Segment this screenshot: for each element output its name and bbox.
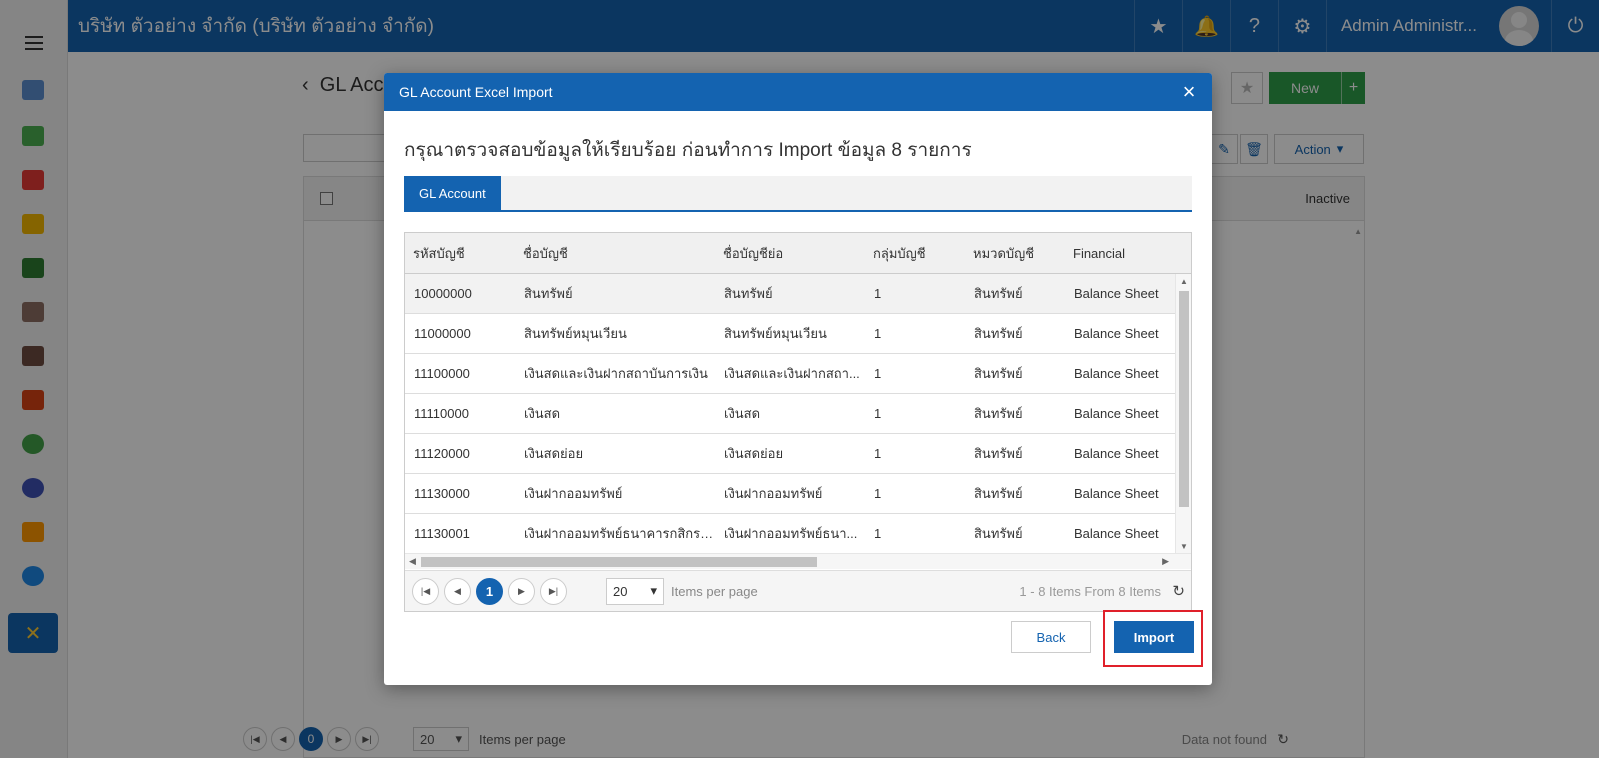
grid-pager: |◀ ◀ 1 ▶ ▶| 20 ▾ Items per page 1 - 8 It… bbox=[405, 570, 1191, 611]
current-page[interactable]: 1 bbox=[476, 577, 503, 605]
cell-name: เงินสด bbox=[524, 406, 561, 421]
cell-financial: Balance Sheet bbox=[1074, 326, 1159, 341]
table-row[interactable]: 11000000 สินทรัพย์หมุนเวียน สินทรัพย์หมุ… bbox=[405, 314, 1175, 354]
scroll-thumb[interactable] bbox=[1179, 291, 1189, 507]
dialog-title: GL Account Excel Import bbox=[399, 84, 553, 100]
caret-down-icon: ▾ bbox=[650, 583, 657, 598]
cell-code: 11130001 bbox=[414, 526, 470, 541]
table-row[interactable]: 11130000 เงินฝากออมทรัพย์ เงินฝากออมทรัพ… bbox=[405, 474, 1175, 514]
horizontal-scrollbar[interactable]: ◀ ▶ bbox=[405, 553, 1191, 569]
cell-category: สินทรัพย์ bbox=[974, 526, 1023, 541]
column-header[interactable]: รหัสบัญชี bbox=[405, 243, 515, 264]
column-header[interactable]: หมวดบัญชี bbox=[965, 243, 1065, 264]
column-header[interactable]: Financial bbox=[1065, 246, 1175, 261]
cell-group: 1 bbox=[874, 526, 882, 541]
cell-code: 10000000 bbox=[414, 286, 472, 301]
pager-summary: 1 - 8 Items From 8 Items bbox=[1019, 583, 1161, 599]
table-row[interactable]: 10000000 สินทรัพย์ สินทรัพย์ 1 สินทรัพย์… bbox=[405, 274, 1175, 314]
scroll-thumb[interactable] bbox=[421, 557, 817, 567]
cell-short-name: เงินฝากออมทรัพย์ bbox=[724, 486, 823, 501]
cell-group: 1 bbox=[874, 326, 882, 341]
scroll-left-icon[interactable]: ◀ bbox=[409, 556, 416, 567]
cell-short-name: เงินสดและเงินฝากสถา... bbox=[724, 366, 860, 381]
cell-short-name: สินทรัพย์หมุนเวียน bbox=[724, 326, 827, 341]
cell-name: เงินสดและเงินฝากสถาบันการเงิน bbox=[524, 366, 708, 381]
close-icon[interactable]: × bbox=[1178, 81, 1200, 103]
cell-group: 1 bbox=[874, 286, 882, 301]
cell-financial: Balance Sheet bbox=[1074, 446, 1159, 461]
cell-group: 1 bbox=[874, 486, 882, 501]
first-page-icon[interactable]: |◀ bbox=[412, 577, 439, 605]
table-row[interactable]: 11130001 เงินฝากออมทรัพย์ธนาคารกสิกรไ...… bbox=[405, 514, 1175, 553]
tab-gl-account[interactable]: GL Account bbox=[404, 176, 501, 210]
cell-short-name: เงินฝากออมทรัพย์ธนา... bbox=[724, 526, 858, 541]
import-button[interactable]: Import bbox=[1114, 621, 1194, 653]
cell-category: สินทรัพย์ bbox=[974, 366, 1023, 381]
scroll-down-icon[interactable]: ▼ bbox=[1180, 542, 1188, 551]
cell-short-name: เงินสด bbox=[724, 406, 761, 421]
scroll-right-icon[interactable]: ▶ bbox=[1162, 556, 1169, 567]
back-button[interactable]: Back bbox=[1011, 621, 1091, 653]
cell-code: 11000000 bbox=[414, 326, 471, 341]
confirm-message: กรุณาตรวจสอบข้อมูลให้เรียบร้อย ก่อนทำการ… bbox=[404, 140, 972, 161]
scroll-up-icon[interactable]: ▲ bbox=[1180, 277, 1188, 286]
cell-code: 11100000 bbox=[414, 366, 470, 381]
refresh-icon[interactable]: ↻ bbox=[1172, 582, 1185, 600]
cell-code: 11120000 bbox=[414, 446, 470, 461]
cell-group: 1 bbox=[874, 406, 882, 421]
cell-category: สินทรัพย์ bbox=[974, 446, 1023, 461]
grid-header: รหัสบัญชี ชื่อบัญชี ชื่อบัญชีย่อ กลุ่มบั… bbox=[405, 233, 1191, 274]
cell-financial: Balance Sheet bbox=[1074, 406, 1159, 421]
cell-financial: Balance Sheet bbox=[1074, 526, 1159, 541]
cell-name: สินทรัพย์ bbox=[524, 286, 573, 301]
cell-category: สินทรัพย์ bbox=[974, 406, 1023, 421]
cell-name: เงินสดย่อย bbox=[524, 446, 584, 461]
grid-body: 10000000 สินทรัพย์ สินทรัพย์ 1 สินทรัพย์… bbox=[405, 274, 1175, 553]
cell-short-name: เงินสดย่อย bbox=[724, 446, 784, 461]
cell-name: เงินฝากออมทรัพย์ bbox=[524, 486, 623, 501]
cell-name: สินทรัพย์หมุนเวียน bbox=[524, 326, 627, 341]
cell-financial: Balance Sheet bbox=[1074, 286, 1159, 301]
tabstrip: GL Account bbox=[404, 176, 1192, 212]
column-header[interactable]: ชื่อบัญชี bbox=[515, 243, 715, 264]
vertical-scrollbar[interactable]: ▲ ▼ bbox=[1175, 274, 1191, 553]
table-row[interactable]: 11100000 เงินสดและเงินฝากสถาบันการเงิน เ… bbox=[405, 354, 1175, 394]
cell-name: เงินฝากออมทรัพย์ธนาคารกสิกรไ... bbox=[524, 526, 715, 541]
cell-category: สินทรัพย์ bbox=[974, 286, 1023, 301]
cell-code: 11130000 bbox=[414, 486, 470, 501]
cell-group: 1 bbox=[874, 446, 882, 461]
next-page-icon[interactable]: ▶ bbox=[508, 577, 535, 605]
dialog-header: GL Account Excel Import × bbox=[384, 73, 1212, 111]
cell-category: สินทรัพย์ bbox=[974, 486, 1023, 501]
import-grid: รหัสบัญชี ชื่อบัญชี ชื่อบัญชีย่อ กลุ่มบั… bbox=[404, 232, 1192, 612]
cell-short-name: สินทรัพย์ bbox=[724, 286, 773, 301]
last-page-icon[interactable]: ▶| bbox=[540, 577, 567, 605]
column-header[interactable]: กลุ่มบัญชี bbox=[865, 243, 965, 264]
table-row[interactable]: 11120000 เงินสดย่อย เงินสดย่อย 1 สินทรัพ… bbox=[405, 434, 1175, 474]
cell-group: 1 bbox=[874, 366, 882, 381]
items-per-page-label: Items per page bbox=[671, 583, 758, 599]
column-header[interactable]: ชื่อบัญชีย่อ bbox=[715, 243, 865, 264]
cell-code: 11110000 bbox=[414, 406, 469, 421]
cell-financial: Balance Sheet bbox=[1074, 366, 1159, 381]
cell-category: สินทรัพย์ bbox=[974, 326, 1023, 341]
cell-financial: Balance Sheet bbox=[1074, 486, 1159, 501]
prev-page-icon[interactable]: ◀ bbox=[444, 577, 471, 605]
table-row[interactable]: 11110000 เงินสด เงินสด 1 สินทรัพย์ Balan… bbox=[405, 394, 1175, 434]
page-size-select[interactable]: 20 ▾ bbox=[606, 577, 664, 605]
page-size-value: 20 bbox=[613, 583, 628, 599]
import-dialog: GL Account Excel Import × กรุณาตรวจสอบข้… bbox=[384, 73, 1212, 685]
